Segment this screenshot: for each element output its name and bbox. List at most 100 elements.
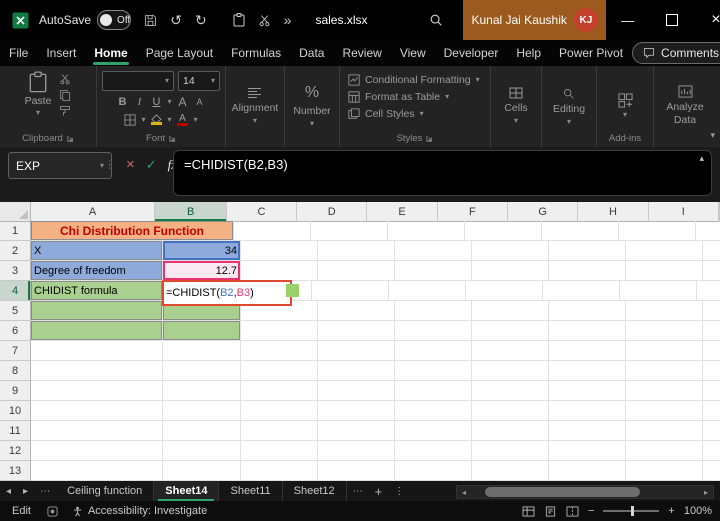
redo-icon[interactable]: ↻: [195, 13, 207, 27]
select-all-corner[interactable]: [0, 202, 31, 222]
column-header-D[interactable]: D: [297, 202, 367, 222]
grid-cell[interactable]: [318, 461, 395, 481]
grid-cell[interactable]: [472, 461, 549, 481]
grid-cell[interactable]: [626, 341, 703, 361]
grid-cell[interactable]: [163, 401, 241, 421]
sheet-tab-ceiling-function[interactable]: Ceiling function: [56, 481, 154, 501]
cell-B3[interactable]: 12.7: [163, 261, 241, 281]
grid-cell[interactable]: [395, 381, 472, 401]
grid-cell[interactable]: [466, 281, 543, 301]
page-layout-view-icon[interactable]: [544, 506, 557, 517]
grid-cell[interactable]: [549, 321, 626, 341]
grid-cell[interactable]: [472, 301, 549, 321]
quick-access-overflow-icon[interactable]: »: [284, 13, 292, 27]
cut-button[interactable]: [59, 73, 71, 85]
zoom-level[interactable]: 100%: [684, 505, 712, 517]
grid-cell[interactable]: [542, 221, 619, 241]
normal-view-icon[interactable]: [522, 506, 535, 517]
paste-button[interactable]: Paste ▾: [25, 71, 52, 117]
tab-developer[interactable]: Developer: [435, 40, 508, 66]
grid-cell[interactable]: [626, 381, 703, 401]
confirm-entry-button[interactable]: ✓: [146, 157, 157, 173]
row-header-8[interactable]: 8: [0, 361, 31, 381]
underline-button[interactable]: U: [150, 96, 162, 108]
cell-B4[interactable]: =CHIDIST(B2,B3): [163, 281, 235, 301]
column-header-G[interactable]: G: [508, 202, 578, 222]
grid-cell[interactable]: [163, 341, 241, 361]
sheet-tab-sheet12[interactable]: Sheet12: [283, 481, 347, 501]
clipboard-icon[interactable]: [233, 13, 245, 27]
grid-cell[interactable]: [549, 241, 626, 261]
grid-cell[interactable]: [703, 261, 720, 281]
grid-cell[interactable]: [234, 221, 311, 241]
cell-A5[interactable]: [31, 301, 163, 321]
scroll-left-icon[interactable]: ◂: [457, 488, 471, 497]
grid-cell[interactable]: [318, 241, 395, 261]
row-header-6[interactable]: 6: [0, 321, 31, 341]
grid-cell[interactable]: [163, 381, 241, 401]
column-header-B[interactable]: B: [155, 202, 226, 222]
grid-cell[interactable]: [31, 421, 163, 441]
grid-cell[interactable]: [318, 361, 395, 381]
row-header-9[interactable]: 9: [0, 381, 31, 401]
grid-cell[interactable]: [395, 261, 472, 281]
grid-cell[interactable]: [626, 461, 703, 481]
minimize-button[interactable]: —: [606, 0, 650, 40]
grid-cell[interactable]: [703, 341, 720, 361]
grid-cell[interactable]: [395, 301, 472, 321]
grid-cell[interactable]: [626, 241, 703, 261]
grid-cell[interactable]: [395, 361, 472, 381]
grid-cell[interactable]: [241, 241, 318, 261]
grid-cell[interactable]: [549, 361, 626, 381]
row-header-3[interactable]: 3: [0, 261, 31, 281]
add-sheet-button[interactable]: +: [369, 484, 389, 499]
grid-cell[interactable]: [697, 281, 720, 301]
column-header-I[interactable]: I: [649, 202, 719, 222]
grid-cell[interactable]: [318, 261, 395, 281]
cell-B2[interactable]: 34: [163, 241, 241, 261]
grid-cell[interactable]: [472, 441, 549, 461]
grow-font-button[interactable]: A: [177, 95, 189, 109]
grid-cell[interactable]: [703, 421, 720, 441]
grid-cell[interactable]: [626, 301, 703, 321]
format-painter-button[interactable]: [59, 105, 71, 117]
grid-cell[interactable]: [620, 281, 697, 301]
cell-A2[interactable]: X: [31, 241, 163, 261]
italic-button[interactable]: I: [133, 96, 145, 108]
grid-cell[interactable]: [241, 261, 318, 281]
copy-button[interactable]: [59, 89, 71, 101]
grid-cell[interactable]: [703, 441, 720, 461]
grid-cell[interactable]: [163, 461, 241, 481]
grid-cell[interactable]: [549, 421, 626, 441]
tab-home[interactable]: Home: [85, 40, 136, 66]
grid-cell[interactable]: [31, 441, 163, 461]
row-header-4[interactable]: 4: [0, 281, 31, 301]
format-as-table-button[interactable]: Format as Table ▾: [340, 88, 498, 105]
undo-icon[interactable]: ↺: [170, 13, 182, 27]
tab-help[interactable]: Help: [507, 40, 550, 66]
styles-dialog-launcher-icon[interactable]: [426, 135, 433, 142]
row-header-1[interactable]: 1: [0, 221, 31, 241]
grid-cell[interactable]: [703, 361, 720, 381]
grid-cell[interactable]: [395, 241, 472, 261]
grid-cell[interactable]: [549, 461, 626, 481]
maximize-button[interactable]: [650, 0, 694, 40]
grid-cell[interactable]: [549, 401, 626, 421]
column-header-E[interactable]: E: [367, 202, 437, 222]
cell-A3[interactable]: Degree of freedom: [31, 261, 163, 281]
grid-cell[interactable]: [318, 321, 395, 341]
grid-cell[interactable]: [549, 441, 626, 461]
font-name-combo[interactable]: ▾: [102, 71, 174, 91]
grid-cell[interactable]: [318, 381, 395, 401]
zoom-slider[interactable]: [603, 510, 659, 512]
alignment-button[interactable]: Alignment ▾: [232, 71, 279, 147]
cut-icon[interactable]: [258, 14, 271, 27]
grid-cell[interactable]: [626, 441, 703, 461]
sheet-nav-right-icon[interactable]: ▸: [17, 486, 34, 497]
search-icon[interactable]: [429, 13, 443, 27]
grid-cell[interactable]: [241, 441, 318, 461]
grid-cell[interactable]: [318, 341, 395, 361]
grid-cell[interactable]: [472, 361, 549, 381]
grid-cell[interactable]: [395, 401, 472, 421]
borders-button[interactable]: [124, 114, 136, 126]
